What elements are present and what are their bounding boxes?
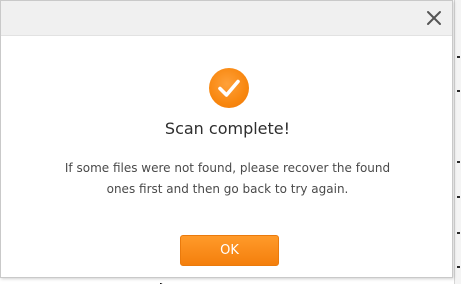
- message-line: If some files were not found, please rec…: [64, 161, 391, 175]
- background-text-fragment: [457, 232, 460, 234]
- dialog-title: Scan complete!: [164, 119, 291, 138]
- background-text-fragment: [457, 56, 460, 58]
- ok-button[interactable]: OK: [180, 235, 279, 266]
- mouse-cursor-icon: [159, 276, 170, 284]
- background-text-fragment: [457, 161, 460, 163]
- screen: Scan complete! If some files were not fo…: [0, 0, 461, 284]
- close-button[interactable]: [422, 6, 446, 30]
- scan-complete-dialog: Scan complete! If some files were not fo…: [0, 0, 453, 278]
- background-text-fragment: [457, 266, 460, 268]
- checkmark-icon: [209, 68, 249, 108]
- close-icon: [422, 6, 446, 30]
- dialog-message: If some files were not found, please rec…: [21, 158, 434, 200]
- background-text-fragment: [457, 196, 460, 198]
- dialog-titlebar: [1, 1, 452, 36]
- message-line: ones first and then go back to try again…: [106, 182, 349, 196]
- background-window-edge: [454, 0, 461, 284]
- background-text-fragment: [457, 90, 460, 92]
